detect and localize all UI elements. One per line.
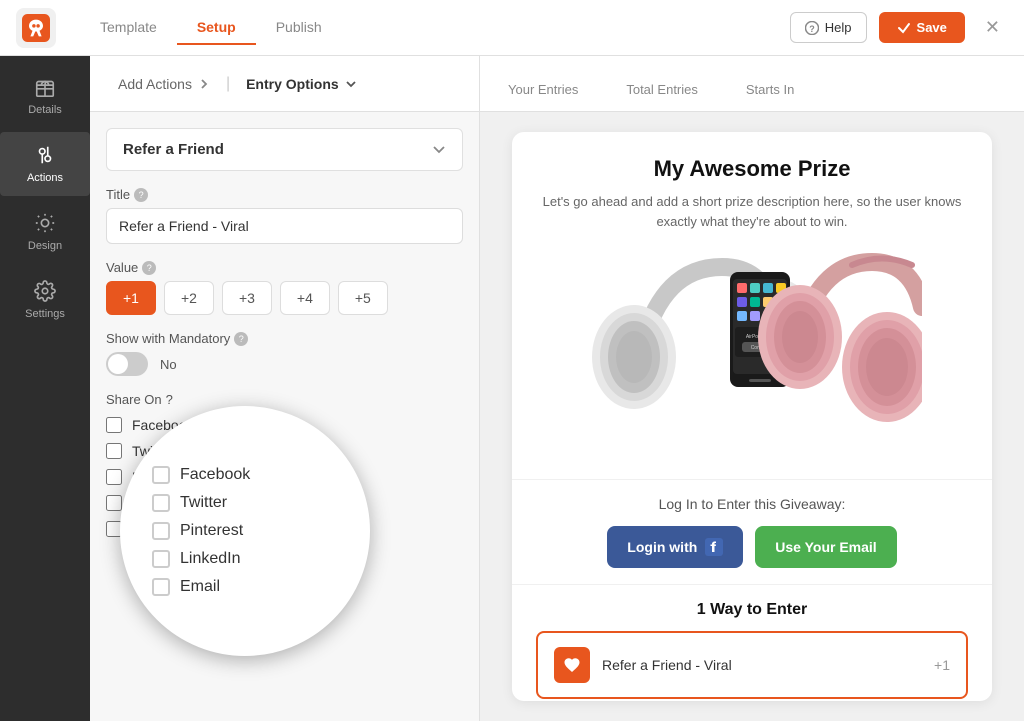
title-input[interactable] [106,208,463,244]
facebook-icon [705,538,723,556]
share-on-label: Share On ? [106,392,463,407]
tab-publish[interactable]: Publish [256,11,342,45]
ways-title: 1 Way to Enter [536,601,968,619]
entry-points: +1 [934,657,950,673]
value-btn-5[interactable]: +5 [338,281,388,315]
left-panel: Add Actions | Entry Options Refer a Frie… [90,56,480,721]
title-help-icon[interactable]: ? [134,188,148,202]
headphones-image: AirPods Max Connect [582,247,922,447]
magnify-item-email: Email [152,578,338,596]
section-header[interactable]: Refer a Friend [106,128,463,171]
magnify-checkbox-twitter [152,494,170,512]
value-buttons: +1 +2 +3 +4 +5 [106,281,463,315]
entry-row[interactable]: Refer a Friend - Viral +1 [536,631,968,699]
login-section: Log In to Enter this Giveaway: Login wit… [512,479,992,584]
login-email-button[interactable]: Use Your Email [755,526,896,568]
magnify-checkbox-pinterest [152,522,170,540]
right-panel: Your Entries Total Entries Starts In My … [480,56,1024,721]
value-help-icon[interactable]: ? [142,261,156,275]
value-btn-4[interactable]: +4 [280,281,330,315]
magnify-item-pinterest: Pinterest [152,522,338,540]
tab-starts-in[interactable]: Starts In [742,70,798,111]
sidebar-item-settings[interactable]: Settings [0,268,90,332]
entry-options-button[interactable]: Entry Options [234,68,369,100]
magnify-overlay: Facebook Twitter Pinterest LinkedIn Emai… [120,406,370,656]
save-button[interactable]: Save [879,12,965,43]
toggle-knob [108,354,128,374]
gift-icon [34,76,56,98]
settings-icon [34,280,56,302]
mandatory-group: Show with Mandatory ? No [106,331,463,376]
facebook-checkbox[interactable] [106,417,122,433]
value-btn-3[interactable]: +3 [222,281,272,315]
app-logo [16,8,56,48]
chevron-right-icon [198,78,210,90]
linkedin-checkbox[interactable] [106,495,122,511]
sidebar-item-details[interactable]: Details [0,64,90,128]
giveaway-card: My Awesome Prize Let's go ahead and add … [512,132,992,701]
magnify-checkbox-facebook [152,466,170,484]
design-icon [34,212,56,234]
value-btn-2[interactable]: +2 [164,281,214,315]
login-buttons: Login with Use Your Email [536,526,968,568]
ways-section: 1 Way to Enter Refer a Friend - Viral +1 [512,584,992,701]
title-group: Title ? [106,187,463,244]
preview-content: My Awesome Prize Let's go ahead and add … [480,112,1024,721]
sidebar-item-design[interactable]: Design [0,200,90,264]
sidebar-item-actions[interactable]: Actions [0,132,90,196]
nav-actions: ? Help Save ✕ [790,12,1008,43]
mandatory-toggle[interactable] [106,352,148,376]
main-layout: Details Actions Design Settings [0,56,1024,721]
magnify-checkbox-email [152,578,170,596]
mandatory-label: Show with Mandatory ? [106,331,463,346]
add-actions-button[interactable]: Add Actions [106,68,222,100]
toggle-row: No [106,352,463,376]
pinterest-checkbox[interactable] [106,469,122,485]
login-prompt: Log In to Enter this Giveaway: [536,496,968,512]
section-chevron-icon [432,143,446,157]
chevron-down-icon [345,78,357,90]
close-button[interactable]: ✕ [977,13,1008,42]
tab-your-entries[interactable]: Your Entries [504,70,582,111]
prize-title: My Awesome Prize [536,156,968,182]
preview-header: Your Entries Total Entries Starts In [480,56,1024,112]
magnify-item-facebook: Facebook [152,466,338,484]
checkmark-icon [897,21,911,35]
entry-icon [554,647,590,683]
help-icon: ? [805,21,819,35]
mandatory-help-icon[interactable]: ? [234,332,248,346]
title-label: Title ? [106,187,463,202]
panel-header: Add Actions | Entry Options [90,56,479,112]
prize-section: My Awesome Prize Let's go ahead and add … [512,132,992,479]
entry-name: Refer a Friend - Viral [602,657,922,673]
tab-template[interactable]: Template [80,11,177,45]
magnify-item-twitter: Twitter [152,494,338,512]
twitter-checkbox[interactable] [106,443,122,459]
magnify-checkbox-linkedin [152,550,170,568]
help-button[interactable]: ? Help [790,12,867,43]
value-label: Value ? [106,260,463,275]
sidebar: Details Actions Design Settings [0,56,90,721]
login-facebook-button[interactable]: Login with [607,526,743,568]
headphones-svg: AirPods Max Connect [582,247,922,447]
top-navigation: Template Setup Publish ? Help Save ✕ [0,0,1024,56]
heart-icon [563,656,581,674]
svg-text:?: ? [809,24,815,34]
prize-description: Let's go ahead and add a short prize des… [536,192,968,231]
tab-total-entries[interactable]: Total Entries [622,70,702,111]
actions-icon [34,144,56,166]
magnify-item-linkedin: LinkedIn [152,550,338,568]
value-group: Value ? +1 +2 +3 +4 +5 [106,260,463,315]
share-on-help-icon[interactable]: ? [166,392,173,407]
nav-tabs: Template Setup Publish [80,11,790,45]
tab-setup[interactable]: Setup [177,11,256,45]
value-btn-1[interactable]: +1 [106,281,156,315]
